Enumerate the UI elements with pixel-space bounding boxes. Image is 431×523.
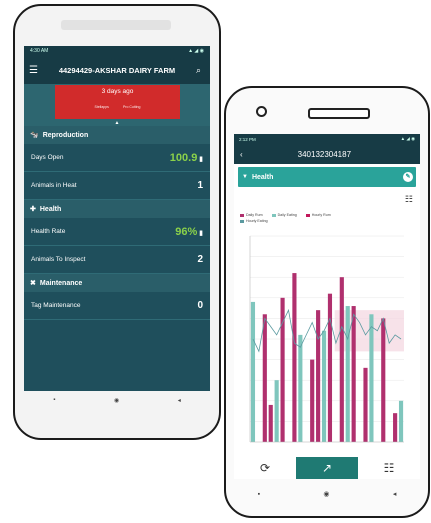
bar-daily-rum: [381, 318, 386, 442]
banner-tag: Pro Cutting: [122, 105, 141, 109]
bar-daily-eating: [345, 306, 350, 442]
back-button[interactable]: ◂: [178, 397, 181, 404]
bar-daily-rum: [316, 310, 321, 442]
bar-daily-rum: [262, 314, 267, 442]
health-section-bar[interactable]: ▼ Health ✎: [238, 167, 416, 187]
edit-icon[interactable]: ✎: [403, 172, 413, 182]
app-header: ☰ 44294429-AKSHAR DAIRY FARM ⌕: [24, 56, 210, 84]
home-button[interactable]: ◉: [114, 397, 119, 404]
android-nav-bar: ▪ ◉ ◂: [226, 483, 428, 505]
bar-daily-rum: [339, 277, 344, 442]
phone-animal-detail: 2:12 PM ▲ ◢ ◉ ‹ 340132304187 ▼ Health ✎ ☷…: [224, 86, 430, 518]
tools-icon: ✖: [30, 280, 36, 287]
trash-icon: ▮: [199, 155, 203, 163]
bar-daily-rum: [393, 413, 398, 442]
bar-daily-rum: [351, 306, 356, 442]
tab-trend[interactable]: ↗: [296, 457, 358, 479]
row-animals-to-inspect[interactable]: Animals To Inspect 2: [24, 246, 210, 274]
list-view-icon[interactable]: ☷: [405, 194, 413, 205]
row-tag-maintenance[interactable]: Tag Maintenance 0: [24, 292, 210, 320]
app-header: ‹ 340132304187: [234, 144, 420, 164]
banner-days: 3 days ago: [101, 88, 134, 95]
bar-daily-eating: [250, 301, 256, 442]
farm-title: 44294429-AKSHAR DAIRY FARM: [58, 65, 176, 75]
refresh-icon: ⟳: [259, 461, 271, 475]
recents-button[interactable]: ▪: [258, 491, 260, 498]
section-reproduction: 🐄 Reproduction: [24, 126, 210, 144]
bar-daily-eating: [369, 314, 374, 442]
banner-brand: Stellapps: [94, 105, 109, 109]
row-animals-in-heat[interactable]: Animals in Heat 1: [24, 172, 210, 200]
trash-icon: ▮: [199, 229, 203, 237]
legend-hourly-eating[interactable]: Hourly Eating: [240, 218, 268, 224]
alert-banner[interactable]: 3 days ago Stellapps Pro Cutting: [55, 85, 180, 119]
bar-daily-eating: [274, 380, 279, 442]
bar-daily-eating: [321, 330, 327, 442]
banner-carousel[interactable]: 3 days ago Stellapps Pro Cutting ▲: [24, 84, 210, 126]
tab-refresh[interactable]: ⟳: [234, 457, 296, 479]
bar-daily-rum: [363, 367, 368, 442]
section-maintenance: ✖ Maintenance: [24, 274, 210, 292]
medical-bag-icon: ✚: [30, 206, 36, 213]
bottom-tab-bar: ⟳ ↗ ☷: [234, 457, 420, 479]
front-camera: [256, 106, 267, 117]
recents-button[interactable]: ▪: [53, 397, 55, 403]
chevron-up-icon[interactable]: ▲: [24, 120, 210, 126]
animal-screen: 2:12 PM ▲ ◢ ◉ ‹ 340132304187 ▼ Health ✎ ☷…: [234, 134, 420, 479]
bar-daily-rum: [327, 293, 333, 442]
bar-daily-eating: [398, 400, 404, 442]
cow-icon: 🐄: [30, 132, 39, 139]
bar-daily-rum: [268, 404, 273, 442]
chart-legend: Daily Rum Daily Eating Hourly Rum Hourly…: [240, 212, 418, 224]
list-icon: ☷: [383, 461, 395, 475]
android-nav-bar: ▪ ◉ ◂: [24, 391, 210, 409]
health-chart[interactable]: [242, 232, 414, 452]
phone-dashboard: 4:30 AM ▲ ◢ ◉ ☰ 44294429-AKSHAR DAIRY FAR…: [13, 4, 221, 440]
tab-list[interactable]: ☷: [358, 457, 420, 479]
search-icon[interactable]: ⌕: [196, 65, 205, 76]
section-health: ✚ Health: [24, 200, 210, 218]
speaker: [308, 108, 370, 119]
menu-icon[interactable]: ☰: [29, 65, 38, 76]
row-days-open[interactable]: Days Open 100.9 ▮: [24, 144, 210, 172]
trend-icon: ↗: [321, 461, 333, 475]
home-button[interactable]: ◉: [323, 490, 329, 498]
dashboard-screen: 4:30 AM ▲ ◢ ◉ ☰ 44294429-AKSHAR DAIRY FAR…: [24, 46, 210, 409]
status-bar: 4:30 AM ▲ ◢ ◉: [24, 46, 210, 56]
back-button[interactable]: ◂: [393, 490, 397, 498]
legend-hourly-rum[interactable]: Hourly Rum: [305, 212, 331, 218]
bar-daily-rum: [292, 273, 297, 442]
bar-daily-eating: [298, 334, 303, 442]
legend-daily-eating[interactable]: Daily Eating: [271, 212, 297, 218]
bar-daily-rum: [310, 359, 315, 442]
speaker: [61, 20, 171, 30]
row-health-rate[interactable]: Health Rate 96% ▮: [24, 218, 210, 246]
animal-id-title: 340132304187: [297, 149, 352, 159]
chevron-down-icon[interactable]: ▼: [242, 174, 248, 180]
status-bar: 2:12 PM ▲ ◢ ◉: [234, 134, 420, 144]
